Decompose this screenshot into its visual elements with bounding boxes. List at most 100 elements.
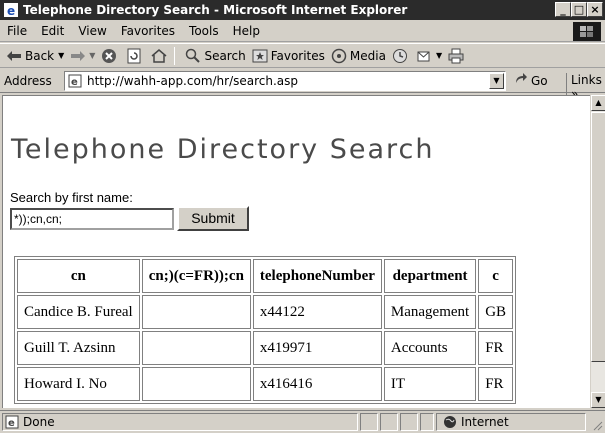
maximize-button[interactable]: □ (571, 2, 587, 17)
svg-text:e: e (71, 77, 78, 88)
forward-button[interactable]: ▼ (70, 48, 95, 64)
menu-view[interactable]: View (71, 24, 113, 38)
title-bar: e Telephone Directory Search - Microsoft… (0, 0, 605, 20)
chevron-down-icon[interactable]: ▼ (436, 51, 442, 60)
forward-arrow-icon (70, 48, 86, 64)
minimize-button[interactable]: _ (555, 2, 571, 17)
table-cell: GB (478, 295, 514, 329)
go-arrow-icon (514, 73, 528, 88)
history-button[interactable] (392, 48, 411, 64)
menu-favorites[interactable]: Favorites (114, 24, 182, 38)
favorites-label: Favorites (270, 48, 325, 63)
scroll-thumb[interactable] (591, 112, 605, 362)
back-label: Back (25, 48, 55, 63)
svg-text:e: e (7, 4, 15, 17)
table-cell: Candice B. Fureal (17, 295, 140, 329)
table-cell: x419971 (252, 331, 382, 365)
back-arrow-icon (6, 48, 22, 64)
address-label: Address (4, 73, 52, 88)
menu-tools[interactable]: Tools (182, 24, 226, 38)
table-cell: Accounts (383, 331, 477, 365)
media-button[interactable]: Media (331, 48, 386, 64)
scroll-down-icon[interactable]: ▼ (591, 392, 605, 408)
status-panel (400, 413, 418, 431)
resize-grip-icon[interactable] (591, 419, 603, 431)
address-dropdown-icon[interactable]: ▼ (489, 73, 504, 89)
status-text: Done (23, 415, 55, 429)
menu-help[interactable]: Help (226, 24, 267, 38)
page-title: Telephone Directory Search (11, 134, 435, 165)
close-button[interactable]: × (587, 2, 603, 17)
status-panel (420, 413, 434, 431)
table-row: Howard I. No x416416 IT FR (17, 367, 514, 401)
column-header: department (383, 259, 477, 293)
page-content: Telephone Directory Search Search by fir… (2, 95, 590, 408)
standard-toolbar: Back ▼ ▼ Search Favorites Media ▼ (0, 43, 605, 68)
chevron-down-icon[interactable]: ▼ (89, 51, 95, 60)
status-bar: e Done Internet (0, 410, 605, 433)
table-cell: IT (383, 367, 477, 401)
stop-button[interactable] (101, 48, 120, 64)
status-panel (380, 413, 398, 431)
search-field-label: Search by first name: (10, 190, 133, 205)
favorites-star-icon (252, 48, 268, 64)
table-header-row: cn cn;)(c=FR));cn telephoneNumber depart… (17, 259, 514, 293)
column-header: cn;)(c=FR));cn (141, 259, 251, 293)
table-cell (141, 295, 251, 329)
results-table: cn cn;)(c=FR));cn telephoneNumber depart… (14, 256, 517, 404)
media-label: Media (349, 48, 386, 63)
column-header: telephoneNumber (252, 259, 382, 293)
address-bar: Address e http://wahh-app.com/hr/search.… (0, 69, 605, 101)
svg-text:e: e (8, 418, 15, 429)
home-button[interactable] (151, 48, 170, 64)
search-icon (185, 48, 201, 64)
windows-logo-icon (573, 22, 601, 41)
go-button[interactable]: Go (514, 73, 548, 88)
stop-icon (101, 48, 117, 64)
mail-button[interactable]: ▼ (417, 48, 442, 64)
status-panel (360, 413, 378, 431)
table-cell: Guill T. Azsinn (17, 331, 140, 365)
address-input[interactable]: e http://wahh-app.com/hr/search.asp ▼ (64, 71, 506, 91)
scroll-up-icon[interactable]: ▲ (591, 95, 605, 111)
go-label: Go (531, 73, 548, 88)
browser-window: e Telephone Directory Search - Microsoft… (0, 0, 605, 433)
window-title: Telephone Directory Search - Microsoft I… (23, 3, 408, 17)
history-icon (392, 48, 408, 64)
table-cell: FR (478, 331, 514, 365)
security-zone-panel: Internet (436, 413, 586, 431)
back-button[interactable]: Back ▼ (6, 48, 64, 64)
globe-icon (443, 415, 457, 429)
table-row: Candice B. Fureal x44122 Management GB (17, 295, 514, 329)
home-icon (151, 48, 167, 64)
table-cell (141, 331, 251, 365)
table-cell: x416416 (252, 367, 382, 401)
chevron-down-icon[interactable]: ▼ (58, 51, 64, 60)
print-button[interactable] (448, 48, 467, 64)
zone-label: Internet (461, 415, 509, 429)
ie-logo-icon: e (3, 2, 19, 18)
vertical-scrollbar[interactable]: ▲ ▼ (590, 95, 605, 408)
submit-button[interactable]: Submit (177, 206, 249, 231)
refresh-icon (126, 48, 142, 64)
column-header: cn (17, 259, 140, 293)
search-input[interactable]: *));cn,cn; (10, 208, 174, 230)
address-url: http://wahh-app.com/hr/search.asp (87, 74, 299, 88)
printer-icon (448, 48, 464, 64)
column-header: c (478, 259, 514, 293)
table-cell: Howard I. No (17, 367, 140, 401)
toolbar-separator (174, 46, 176, 65)
table-cell (141, 367, 251, 401)
menu-file[interactable]: File (0, 24, 34, 38)
table-cell: Management (383, 295, 477, 329)
search-button[interactable]: Search (185, 48, 246, 64)
refresh-button[interactable] (126, 48, 145, 64)
table-row: Guill T. Azsinn x419971 Accounts FR (17, 331, 514, 365)
page-icon: e (67, 73, 83, 89)
menu-edit[interactable]: Edit (34, 24, 71, 38)
status-text-panel: e Done (2, 413, 358, 431)
favorites-button[interactable]: Favorites (252, 48, 325, 64)
search-label: Search (204, 48, 246, 63)
page-done-icon: e (5, 415, 19, 429)
media-icon (331, 48, 347, 64)
